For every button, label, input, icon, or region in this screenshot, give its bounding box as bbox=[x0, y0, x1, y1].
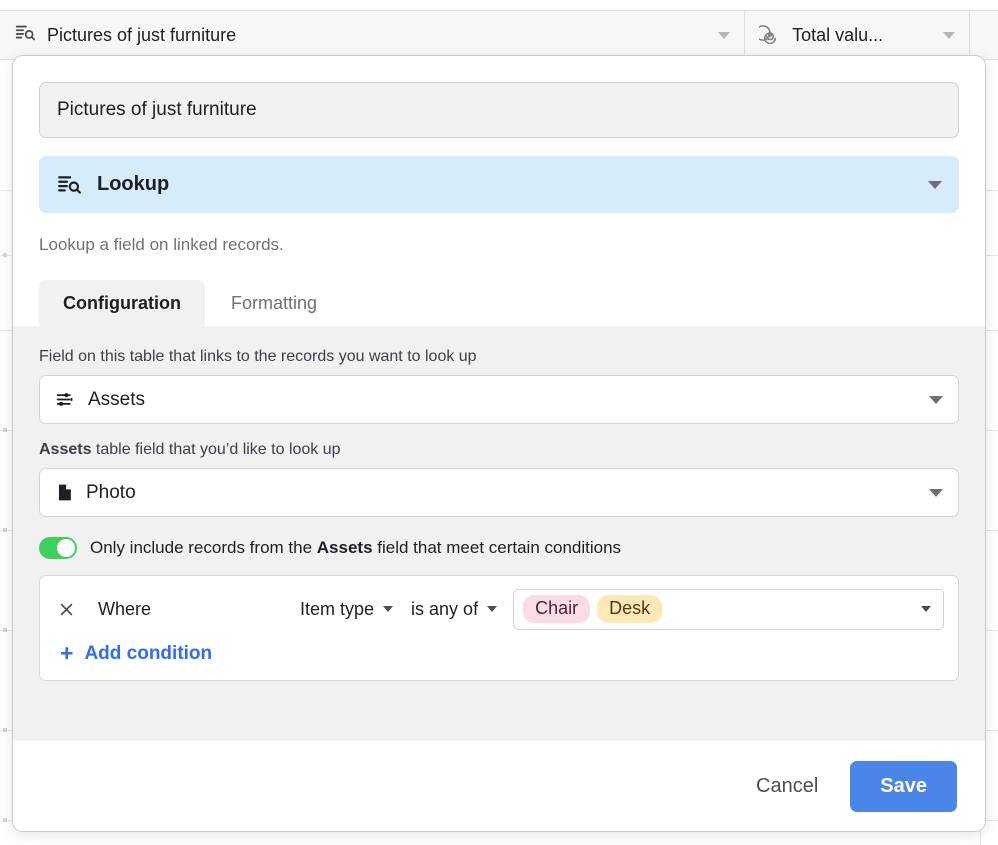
lookup-icon bbox=[56, 172, 82, 198]
toggle-label-before: Only include records from the bbox=[90, 538, 317, 557]
condition-value-chips: Chair Desk bbox=[523, 595, 914, 623]
tab-configuration[interactable]: Configuration bbox=[39, 280, 205, 326]
chevron-down-icon bbox=[921, 606, 931, 612]
plus-icon: + bbox=[60, 642, 73, 665]
close-icon[interactable] bbox=[54, 601, 78, 618]
conditions-toggle-row: Only include records from the Assets fie… bbox=[39, 537, 959, 559]
value-chip-desk: Desk bbox=[597, 595, 662, 623]
grid-column-header-lookup-label: Pictures of just furniture bbox=[47, 25, 707, 46]
lookup-field-label-table: Assets bbox=[39, 441, 91, 458]
dialog-tabs: Configuration Formatting bbox=[39, 280, 959, 326]
chevron-down-icon bbox=[487, 606, 497, 612]
add-condition-label: Add condition bbox=[84, 643, 212, 665]
tab-formatting[interactable]: Formatting bbox=[207, 280, 341, 326]
conditions-box: Where Item type is any of Chair Desk bbox=[39, 575, 959, 681]
condition-value-select[interactable]: Chair Desk bbox=[513, 589, 944, 630]
lookup-field-label-rest: table field that you’d like to look up bbox=[91, 441, 340, 458]
field-name-input[interactable] bbox=[39, 82, 959, 138]
field-type-description: Lookup a field on linked records. bbox=[39, 235, 959, 255]
condition-operator-select[interactable]: is any of bbox=[411, 599, 497, 620]
lookup-field-value: Photo bbox=[86, 482, 929, 504]
grid-header-row: Pictures of just furniture Total valu... bbox=[0, 10, 998, 60]
toggle-label-field: Assets bbox=[317, 538, 373, 557]
grid-column-header-lookup[interactable]: Pictures of just furniture bbox=[0, 11, 745, 59]
lookup-field-label: Assets table field that you’d like to lo… bbox=[39, 441, 959, 459]
attachment-icon bbox=[55, 483, 74, 502]
field-type-label: Lookup bbox=[97, 173, 928, 196]
chevron-down-icon[interactable] bbox=[929, 489, 943, 497]
chevron-down-icon[interactable] bbox=[943, 32, 955, 39]
configuration-panel: Field on this table that links to the re… bbox=[13, 326, 985, 741]
dialog-footer: Cancel Save bbox=[13, 741, 985, 831]
link-field-label: Field on this table that links to the re… bbox=[39, 348, 959, 366]
field-type-select[interactable]: Lookup bbox=[39, 156, 959, 213]
dialog-top-section: Lookup Lookup a field on linked records.… bbox=[13, 56, 985, 326]
condition-conjunction: Where bbox=[78, 599, 278, 620]
condition-field-select[interactable]: Item type bbox=[300, 599, 393, 620]
condition-row: Where Item type is any of Chair Desk bbox=[40, 587, 958, 631]
link-field-select[interactable]: Assets bbox=[39, 375, 959, 424]
link-record-icon bbox=[55, 389, 76, 410]
grid-column-header-rollup[interactable]: Total valu... bbox=[745, 11, 970, 59]
chevron-down-icon[interactable] bbox=[928, 181, 942, 189]
toggle-label-after: field that meet certain conditions bbox=[373, 538, 622, 557]
chevron-down-icon[interactable] bbox=[718, 32, 730, 39]
add-condition-button[interactable]: + Add condition bbox=[40, 631, 958, 671]
condition-operator-label: is any of bbox=[411, 599, 478, 620]
cancel-button[interactable]: Cancel bbox=[738, 764, 836, 809]
grid-column-header-rollup-label: Total valu... bbox=[792, 25, 932, 46]
chevron-down-icon[interactable] bbox=[929, 396, 943, 404]
condition-field-label: Item type bbox=[300, 599, 374, 620]
conditions-toggle[interactable] bbox=[39, 537, 77, 559]
rollup-icon bbox=[759, 22, 781, 49]
save-button[interactable]: Save bbox=[850, 761, 957, 812]
link-field-value: Assets bbox=[88, 389, 929, 411]
value-chip-chair: Chair bbox=[523, 595, 590, 623]
field-editor-dialog: Lookup Lookup a field on linked records.… bbox=[12, 55, 986, 832]
lookup-field-select[interactable]: Photo bbox=[39, 468, 959, 517]
grid-column-header-empty[interactable] bbox=[970, 11, 998, 59]
conditions-toggle-label: Only include records from the Assets fie… bbox=[90, 538, 621, 558]
lookup-icon bbox=[14, 22, 36, 49]
toggle-knob bbox=[57, 539, 75, 557]
chevron-down-icon bbox=[383, 606, 393, 612]
